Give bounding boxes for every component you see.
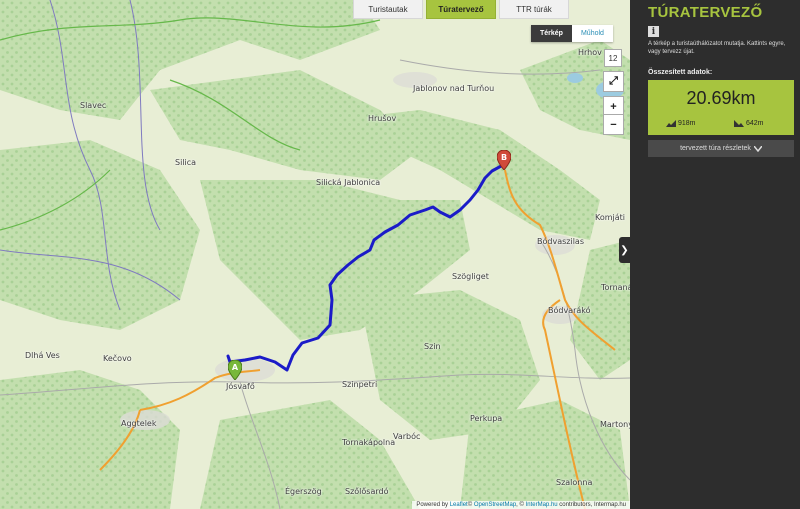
place-label: Perkupa [470,414,503,423]
end-marker[interactable]: B [496,149,512,175]
place-label: Martonyi [600,420,630,429]
place-label: Bódvaszilas [537,237,584,246]
planner-panel: TÚRATERVEZŐ i A térkép a turistaúthálóza… [630,0,800,509]
descent-icon [734,120,744,127]
ascent-value: 918m [678,120,696,127]
place-label: Komjáti [595,213,626,222]
map-attribution: Powered by Leaflet© OpenStreetMap, © Int… [412,501,630,509]
map-terrain [0,0,630,509]
summary-box: 20.69km 918m 642m [648,80,794,135]
zoom-out-button[interactable]: − [603,114,624,135]
place-label: Varbóc [393,432,421,441]
plus-icon: + [610,100,617,113]
info-icon[interactable]: i [648,26,659,37]
map-canvas[interactable]: Hrhov Jablonov nad Turňou Slavec Hrušov … [0,0,630,509]
panel-title: TÚRATERVEZŐ [648,4,763,21]
place-label: Szögliget [452,272,489,281]
place-label: Hrhov [578,48,602,57]
summary-label: Összesített adatok: [648,69,713,76]
tab-turistautak[interactable]: Turistautak [353,0,423,19]
total-distance: 20.69km [686,88,756,108]
place-label: Jablonov nad Turňou [413,84,495,93]
ascent-stat: 918m [666,120,696,127]
place-label: Dlhá Ves [25,351,60,360]
marker-pin-icon: B [496,149,512,171]
route-details-label: tervezett túra részletek [680,145,751,152]
place-label: Bódvarákó [548,306,591,315]
descent-stat: 642m [734,120,764,127]
chevron-down-icon [753,145,762,152]
place-label: Kečovo [103,354,132,363]
intermap-link[interactable]: InterMap.hu [526,502,558,508]
map-layer-button[interactable]: Térkép [531,25,572,42]
place-label: Slavec [80,101,107,110]
place-label: Szőlősardó [345,487,389,496]
place-label: Tornanádaska [601,283,630,292]
chevron-right-icon: ❯ [620,244,629,256]
ascent-icon [666,120,676,127]
panel-description: A térkép a turistaúthálózatot mutatja. K… [648,41,786,55]
end-marker-label: B [501,153,507,162]
panel-toggle-button[interactable]: ❯ [619,237,630,263]
leaflet-link[interactable]: Leaflet [450,502,468,508]
top-tabs: Turistautak Túratervező TTR túrák [353,0,572,19]
layer-switch: Térkép Műhold [531,25,613,42]
place-label: Hrušov [368,114,397,123]
marker-pin-icon: A [227,359,243,381]
fullscreen-button[interactable]: ⤢ [603,71,624,92]
tab-turatervezo[interactable]: Túratervező [426,0,496,19]
place-label: Szalonna [556,478,593,487]
route-details-button[interactable]: tervezett túra részletek [648,140,794,157]
place-label: Tornakápolna [342,438,396,447]
place-label: Aggtelek [121,419,157,428]
fullscreen-icon: ⤢ [609,75,618,87]
minus-icon: − [610,118,617,131]
satellite-layer-button[interactable]: Műhold [571,25,613,42]
place-label: Szinpetri [342,380,378,389]
place-label: Égerszög [285,487,322,496]
start-marker-label: A [232,363,239,372]
start-marker[interactable]: A [227,359,243,385]
place-label: Szin [424,342,441,351]
descent-value: 642m [746,120,764,127]
zoom-level-indicator: 12 [604,49,622,67]
place-label: Silica [175,158,197,167]
tab-ttr-turak[interactable]: TTR túrák [499,0,569,19]
place-label: Silická Jablonica [316,178,381,187]
osm-link[interactable]: OpenStreetMap [474,502,516,508]
